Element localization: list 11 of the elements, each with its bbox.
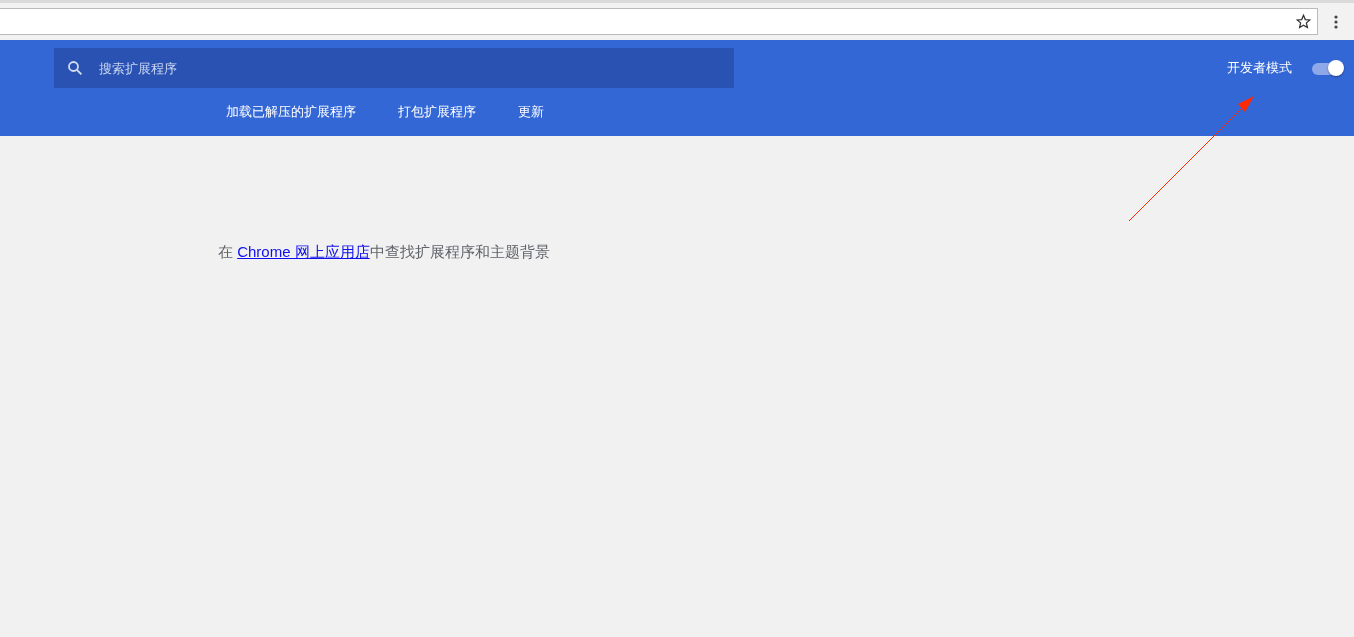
search-icon xyxy=(66,59,84,77)
store-prompt-text: 在 Chrome 网上应用店中查找扩展程序和主题背景 xyxy=(218,242,551,262)
star-icon[interactable] xyxy=(1296,14,1311,29)
developer-mode-toggle[interactable] xyxy=(1310,58,1344,77)
search-field[interactable]: 搜索扩展程序 xyxy=(54,48,734,88)
action-button[interactable]: 更新 xyxy=(502,98,560,126)
developer-mode-label: 开发者模式 xyxy=(1227,59,1292,77)
menu-icon[interactable] xyxy=(1334,14,1338,29)
action-button[interactable]: 加载已解压的扩展程序 xyxy=(210,98,372,126)
action-button[interactable]: 打包扩展程序 xyxy=(382,98,492,126)
web-store-link[interactable]: Chrome 网上应用店 xyxy=(237,243,370,260)
